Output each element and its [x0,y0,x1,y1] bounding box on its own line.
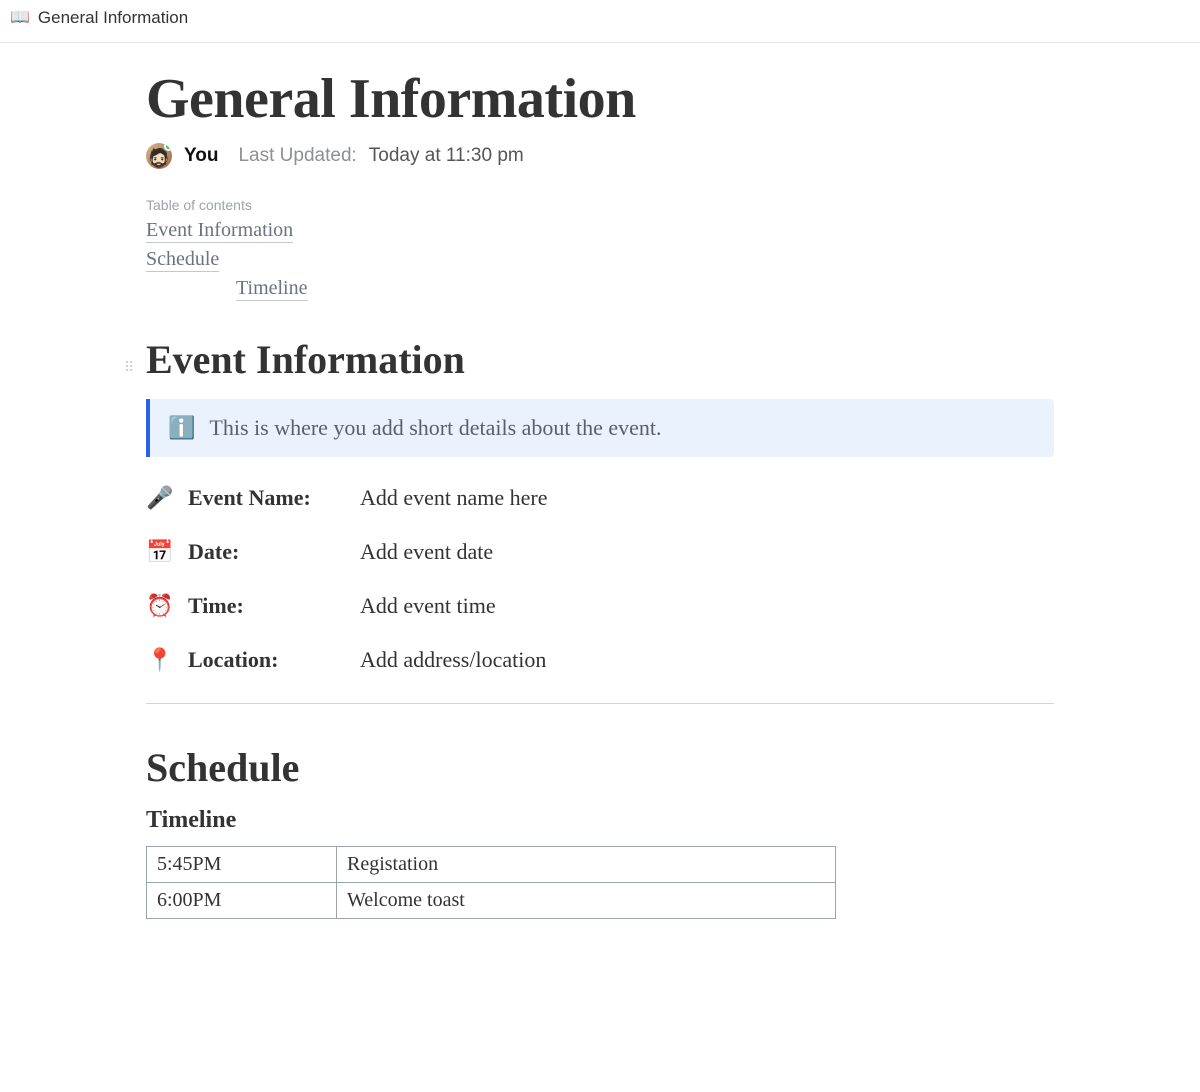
toc-link[interactable]: Event Information [146,219,293,243]
table-row[interactable]: 6:00PM Welcome toast [147,883,836,919]
page-meta: 🧔🏻 You Last Updated: Today at 11:30 pm [146,143,1054,169]
toc-item-timeline: Timeline [146,277,1054,300]
avatar[interactable]: 🧔🏻 [146,143,172,169]
field-label: Location: [188,647,346,673]
table-row[interactable]: 5:45PM Registation [147,847,836,883]
section-heading-schedule[interactable]: Schedule [146,744,1054,791]
subsection-heading-timeline[interactable]: Timeline [146,807,1054,834]
activity-cell[interactable]: Registation [337,847,836,883]
field-label: Date: [188,539,346,565]
field-location[interactable]: 📍 Location: Add address/location [146,647,1054,673]
timeline-table: 5:45PM Registation 6:00PM Welcome toast [146,846,836,919]
table-of-contents: Event Information Schedule Timeline [146,219,1054,300]
page-content: General Information 🧔🏻 You Last Updated:… [146,67,1054,959]
toc-item-event-information: Event Information [146,219,1054,242]
section-event-information: ⠿ Event Information [146,336,1054,383]
time-cell[interactable]: 6:00PM [147,883,337,919]
time-cell[interactable]: 5:45PM [147,847,337,883]
toc-link[interactable]: Schedule [146,248,219,272]
last-updated-value: Today at 11:30 pm [369,145,524,167]
field-value[interactable]: Add event time [360,593,496,619]
breadcrumb-title[interactable]: General Information [38,8,188,28]
field-label: Time: [188,593,346,619]
breadcrumb-bar: 📖 General Information [0,0,1200,43]
field-time[interactable]: ⏰ Time: Add event time [146,593,1054,619]
field-event-name[interactable]: 🎤 Event Name: Add event name here [146,485,1054,511]
field-value[interactable]: Add event name here [360,485,548,511]
toc-link[interactable]: Timeline [236,277,308,301]
field-value[interactable]: Add event date [360,539,493,565]
field-label: Event Name: [188,485,346,511]
book-icon: 📖 [10,10,30,26]
field-value[interactable]: Add address/location [360,647,546,673]
author-name[interactable]: You [184,145,218,167]
field-date[interactable]: 📅 Date: Add event date [146,539,1054,565]
toc-item-schedule: Schedule [146,248,1054,271]
toc-label: Table of contents [146,197,1054,213]
info-callout[interactable]: ℹ️ This is where you add short details a… [146,399,1054,457]
clock-icon: ⏰ [146,593,174,619]
info-icon: ℹ️ [168,415,195,441]
divider [146,703,1054,704]
pin-icon: 📍 [146,647,174,673]
activity-cell[interactable]: Welcome toast [337,883,836,919]
drag-handle-icon[interactable]: ⠿ [124,360,135,377]
presence-indicator-icon [164,143,172,151]
info-callout-text: This is where you add short details abou… [209,415,661,441]
section-heading-event-information[interactable]: Event Information [146,336,1054,383]
microphone-icon: 🎤 [146,485,174,511]
calendar-icon: 📅 [146,539,174,565]
last-updated-label: Last Updated: [238,145,356,167]
page-title[interactable]: General Information [146,67,1054,131]
